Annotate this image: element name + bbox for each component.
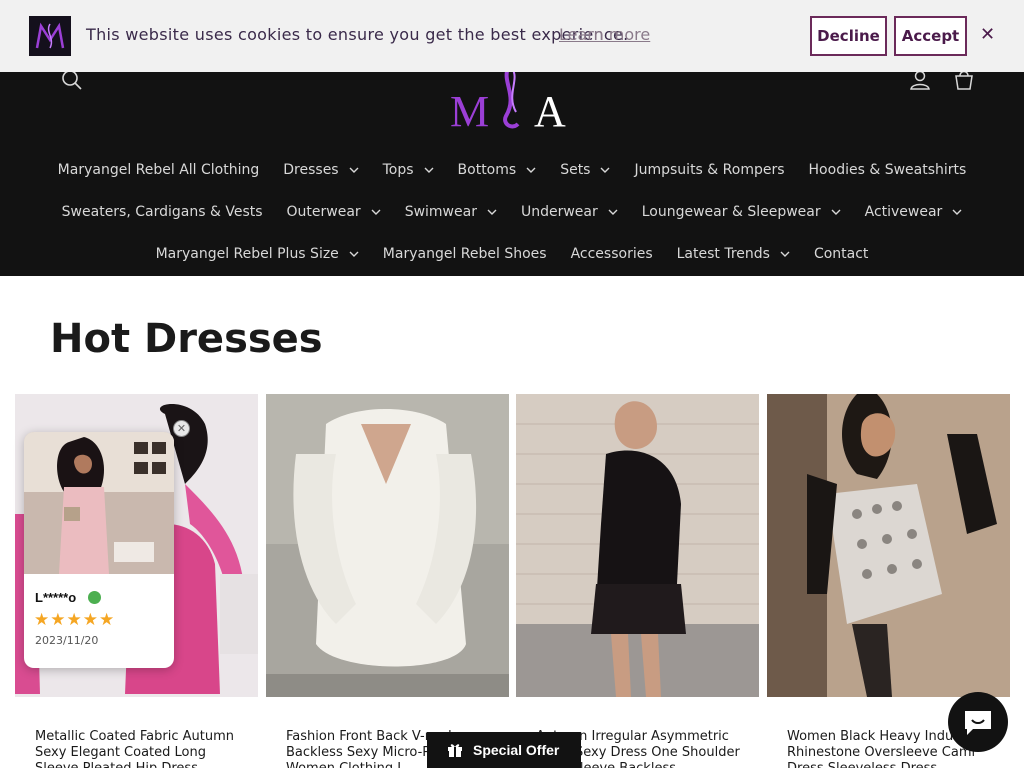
chevron-down-icon bbox=[952, 209, 962, 215]
nav-item-contact[interactable]: Contact bbox=[814, 246, 868, 262]
nav-label: Maryangel Rebel Shoes bbox=[382, 246, 547, 262]
nav-item-dresses[interactable]: Dresses bbox=[283, 162, 359, 178]
decline-button[interactable]: Decline bbox=[810, 16, 887, 56]
rating-stars: ★★★★★ bbox=[34, 610, 116, 629]
cookie-banner: This website uses cookies to ensure you … bbox=[0, 0, 1024, 72]
close-icon[interactable]: ✕ bbox=[980, 24, 995, 45]
nav-item-jumpsuits[interactable]: Jumpsuits & Rompers bbox=[634, 162, 784, 178]
chat-icon bbox=[965, 711, 991, 735]
product-card[interactable]: Fashion Front Back V-neck Backless Sexy … bbox=[266, 394, 509, 768]
product-card[interactable]: Autumn Irregular Asymmetric Short Sexy D… bbox=[516, 394, 759, 768]
product-title[interactable]: Metallic Coated Fabric Autumn Sexy Elega… bbox=[35, 729, 245, 768]
nav-item-loungewear[interactable]: Loungewear & Sleepwear bbox=[642, 204, 841, 220]
nav-item-accessories[interactable]: Accessories bbox=[571, 246, 653, 262]
nav-label: Maryangel Rebel All Clothing bbox=[57, 162, 260, 178]
nav-item-sets[interactable]: Sets bbox=[560, 162, 610, 178]
nav-item-sweaters[interactable]: Sweaters, Cardigans & Vests bbox=[62, 204, 263, 220]
chevron-down-icon bbox=[526, 167, 536, 173]
nav-label: Tops bbox=[382, 162, 414, 178]
chevron-down-icon bbox=[608, 209, 618, 215]
nav-label: Underwear bbox=[520, 204, 598, 220]
nav-item-tops[interactable]: Tops bbox=[383, 162, 434, 178]
chevron-down-icon bbox=[487, 209, 497, 215]
nav-item-latest-trends[interactable]: Latest Trends bbox=[677, 246, 790, 262]
nav-label: Latest Trends bbox=[676, 246, 770, 262]
nav-item-swimwear[interactable]: Swimwear bbox=[405, 204, 497, 220]
chevron-down-icon bbox=[600, 167, 610, 173]
nav-item-outerwear[interactable]: Outerwear bbox=[287, 204, 381, 220]
special-offer-label: Special Offer bbox=[473, 742, 560, 758]
nav-label: Hoodies & Sweatshirts bbox=[808, 162, 967, 178]
chevron-down-icon bbox=[780, 251, 790, 257]
special-offer-button[interactable]: Special Offer bbox=[427, 732, 581, 768]
accept-button[interactable]: Accept bbox=[894, 16, 967, 56]
nav-item-shoes[interactable]: Maryangel Rebel Shoes bbox=[383, 246, 547, 262]
chevron-down-icon bbox=[424, 167, 434, 173]
nav-label: Maryangel Rebel Plus Size bbox=[155, 246, 339, 262]
nav-label: Outerwear bbox=[286, 204, 361, 220]
review-photo[interactable] bbox=[24, 432, 174, 574]
chevron-down-icon bbox=[371, 209, 381, 215]
nav-item-underwear[interactable]: Underwear bbox=[521, 204, 618, 220]
nav-item-bottoms[interactable]: Bottoms bbox=[458, 162, 537, 178]
nav-label: Bottoms bbox=[457, 162, 517, 178]
reviewer-name: L*****o bbox=[35, 590, 77, 605]
svg-text:A: A bbox=[534, 87, 566, 134]
nav-item-all-clothing[interactable]: Maryangel Rebel All Clothing bbox=[58, 162, 260, 178]
nav-label: Sweaters, Cardigans & Vests bbox=[61, 204, 263, 220]
verified-check-icon bbox=[88, 591, 101, 604]
product-image[interactable] bbox=[516, 394, 759, 697]
nav-item-plus-size[interactable]: Maryangel Rebel Plus Size bbox=[156, 246, 359, 262]
cookie-message: This website uses cookies to ensure you … bbox=[86, 25, 629, 44]
nav-label: Activewear bbox=[864, 204, 943, 220]
nav-label: Sets bbox=[560, 162, 591, 178]
chevron-down-icon bbox=[831, 209, 841, 215]
site-logo[interactable]: M A bbox=[446, 72, 578, 134]
page-title: Hot Dresses bbox=[50, 316, 323, 362]
nav-label: Contact bbox=[813, 246, 869, 262]
gift-icon bbox=[448, 744, 462, 757]
chevron-down-icon bbox=[349, 251, 359, 257]
nav-label: Swimwear bbox=[404, 204, 477, 220]
nav-label: Accessories bbox=[570, 246, 653, 262]
product-image[interactable] bbox=[266, 394, 509, 697]
review-date: 2023/11/20 bbox=[35, 634, 99, 647]
nav-label: Dresses bbox=[283, 162, 339, 178]
chat-button[interactable] bbox=[948, 692, 1008, 752]
product-card[interactable]: Women Black Heavy Industry Rhinestone Ov… bbox=[767, 394, 1010, 768]
review-popup[interactable]: L*****o ★★★★★ 2023/11/20 bbox=[24, 432, 174, 668]
learn-more-link[interactable]: Learn more bbox=[559, 25, 650, 44]
nav-row-1: Maryangel Rebel All Clothing Dresses Top… bbox=[0, 162, 1024, 178]
chevron-down-icon bbox=[349, 167, 359, 173]
product-image[interactable] bbox=[767, 394, 1010, 697]
brand-logo-icon bbox=[29, 16, 71, 56]
nav-item-activewear[interactable]: Activewear bbox=[865, 204, 963, 220]
nav-item-hoodies[interactable]: Hoodies & Sweatshirts bbox=[809, 162, 967, 178]
nav-label: Loungewear & Sleepwear bbox=[641, 204, 821, 220]
nav-row-2: Sweaters, Cardigans & Vests Outerwear Sw… bbox=[0, 204, 1024, 220]
svg-text:M: M bbox=[450, 87, 489, 134]
nav-row-3: Maryangel Rebel Plus Size Maryangel Rebe… bbox=[0, 246, 1024, 262]
close-icon[interactable]: ✕ bbox=[173, 420, 190, 437]
site-header: M A Maryangel Rebel All Clothing Dresses… bbox=[0, 70, 1024, 276]
nav-label: Jumpsuits & Rompers bbox=[634, 162, 785, 178]
